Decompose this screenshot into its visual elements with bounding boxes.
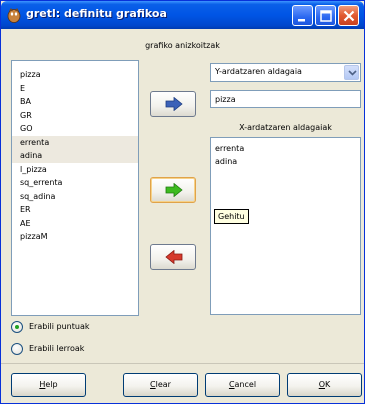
y-axis-selector[interactable]: Y-ardatzaren aldagaia bbox=[210, 63, 361, 82]
window-title: gretl: definitu grafikoa bbox=[26, 7, 167, 20]
title-bar[interactable]: gretl: definitu grafikoa bbox=[1, 1, 364, 29]
x-variable-list[interactable]: errenta adina bbox=[210, 137, 361, 315]
variable-list-item[interactable]: BA bbox=[12, 95, 138, 109]
add-x-variable-button[interactable] bbox=[150, 177, 196, 203]
variable-list-item[interactable]: sq_errenta bbox=[12, 176, 138, 190]
close-icon bbox=[343, 10, 355, 22]
remove-x-variable-button[interactable] bbox=[150, 244, 196, 270]
use-lines-option[interactable]: Erabili lerroak bbox=[11, 343, 161, 357]
chevron-down-icon bbox=[348, 70, 357, 76]
maximize-icon bbox=[320, 10, 332, 22]
variable-list-item[interactable]: GO bbox=[12, 122, 138, 136]
clear-button[interactable]: Clear bbox=[123, 373, 198, 397]
add-y-variable-button[interactable] bbox=[150, 91, 196, 117]
x-variable-list-items: errenta adina bbox=[211, 138, 360, 168]
variable-list-item[interactable]: errenta bbox=[12, 135, 138, 149]
cancel-button[interactable]: Cancel bbox=[205, 373, 280, 397]
variable-list-item[interactable]: E bbox=[12, 82, 138, 96]
gretl-app-icon bbox=[7, 8, 21, 23]
use-lines-label: Erabili lerroak bbox=[29, 344, 85, 353]
clear-label-rest: lear bbox=[155, 380, 171, 389]
variable-list-item[interactable]: sq_adina bbox=[12, 190, 138, 204]
use-points-option[interactable]: Erabili puntuak bbox=[11, 321, 161, 335]
use-points-radio[interactable] bbox=[11, 321, 23, 333]
minimize-icon bbox=[298, 19, 305, 22]
tooltip: Gehitu bbox=[214, 209, 249, 224]
variable-list-item[interactable]: l_pizza bbox=[12, 163, 138, 177]
minimize-button[interactable] bbox=[292, 5, 313, 26]
arrow-right-green-icon bbox=[165, 183, 183, 197]
dropdown-button[interactable] bbox=[344, 65, 359, 80]
x-variable-list-item[interactable]: errenta bbox=[211, 142, 360, 155]
help-button[interactable]: Help bbox=[11, 373, 86, 397]
variable-list-items: pizza E BA GR GO errenta adina l_pizza sq_errent… bbox=[12, 61, 138, 244]
close-button[interactable] bbox=[338, 5, 359, 26]
variable-list-item[interactable]: pizza bbox=[12, 68, 138, 82]
variable-list-item[interactable]: adina bbox=[12, 149, 138, 163]
section-label: grafiko anizkoitzak bbox=[145, 41, 220, 50]
plot-dialog-window: gretl: definitu grafikoa grafiko anizkoi… bbox=[0, 0, 365, 404]
ok-label-rest: K bbox=[325, 380, 331, 389]
variable-list-item[interactable]: GR bbox=[12, 109, 138, 123]
variable-list-item[interactable]: AE bbox=[12, 217, 138, 231]
arrow-right-blue-icon bbox=[165, 97, 183, 111]
cancel-label-rest: ancel bbox=[234, 380, 257, 389]
x-axis-label: X-ardatzaren aldagaiak bbox=[239, 123, 332, 132]
ok-button[interactable]: OK bbox=[287, 373, 362, 397]
x-variable-list-item[interactable]: adina bbox=[211, 155, 360, 168]
arrow-left-red-icon bbox=[165, 250, 183, 264]
y-variable-entry[interactable] bbox=[210, 90, 361, 108]
variable-list-item[interactable]: ER bbox=[12, 203, 138, 217]
use-lines-radio[interactable] bbox=[11, 343, 23, 355]
help-label-rest: elp bbox=[45, 380, 58, 389]
maximize-button[interactable] bbox=[315, 5, 336, 26]
use-points-label: Erabili puntuak bbox=[29, 322, 90, 331]
variable-list[interactable]: pizza E BA GR GO errenta adina l_pizza sq_errent… bbox=[11, 60, 139, 316]
variable-list-item[interactable]: pizzaM bbox=[12, 230, 138, 244]
y-axis-selector-value: Y-ardatzaren aldagaia bbox=[215, 67, 302, 76]
y-variable-input[interactable] bbox=[211, 91, 360, 107]
divider bbox=[1, 363, 364, 364]
